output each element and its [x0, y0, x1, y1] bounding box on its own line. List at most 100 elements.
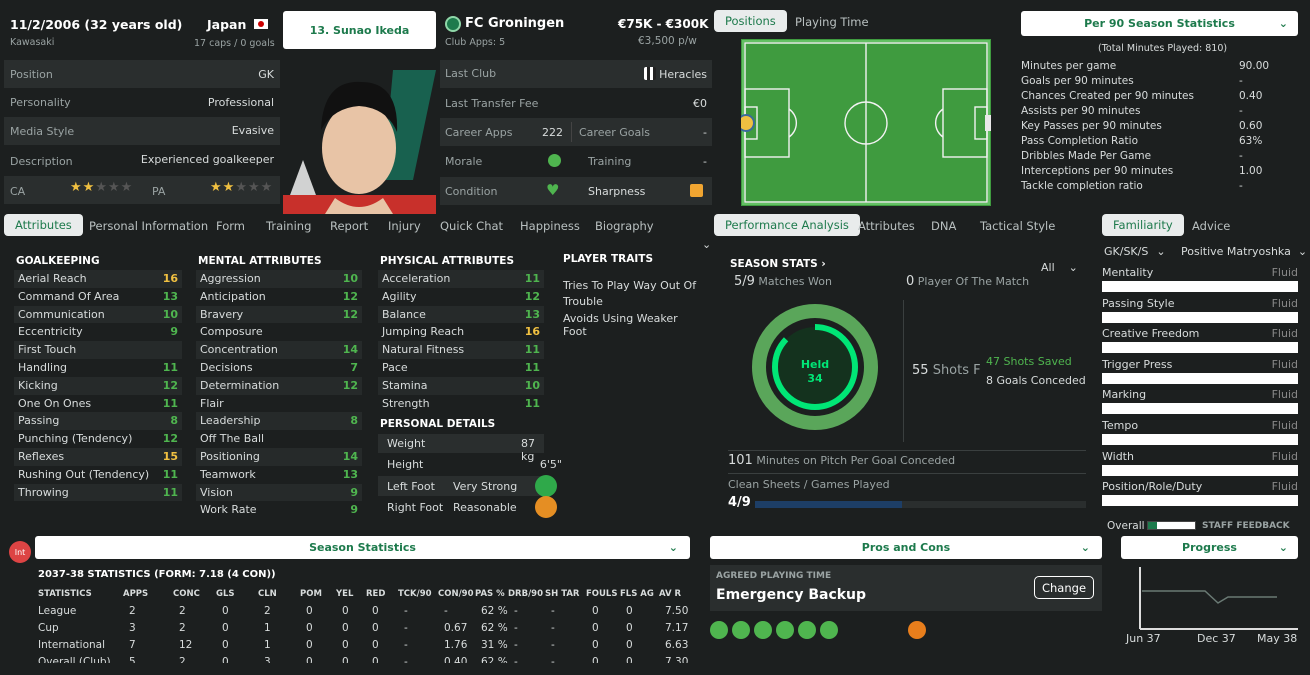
pros-cons-dropdown[interactable]: Pros and Cons ⌄ [710, 536, 1102, 559]
attribute-row[interactable]: Composure [196, 323, 362, 341]
attribute-row[interactable]: Kicking 12 [14, 376, 182, 395]
fam-role-select[interactable]: GK/SK/S ⌄ [1104, 245, 1166, 258]
stats-row[interactable]: Overall (Club) 5 2 0 3 0 0 0-0.40 62 % - -0 0 7.30 [38, 655, 698, 663]
attribute-row[interactable]: Flair [196, 395, 362, 413]
attribute-row[interactable]: Punching (Tendency) 12 [14, 430, 182, 448]
attribute-row[interactable]: Aggression 10 [196, 270, 362, 288]
progress-x-label: May 38 [1257, 632, 1298, 645]
attribute-row[interactable]: Positioning 14 [196, 447, 362, 466]
attribute-row[interactable]: Command Of Area 13 [14, 288, 182, 306]
season-filter[interactable]: All ⌄ [1041, 261, 1078, 274]
last-club[interactable]: Heracles [659, 68, 707, 81]
tab-quick-chat[interactable]: Quick Chat [440, 219, 503, 233]
club-badge-icon[interactable] [445, 16, 461, 32]
tab-happiness[interactable]: Happiness [520, 219, 580, 233]
info-label: Description [10, 155, 73, 168]
staff-feedback[interactable]: STAFF FEEDBACK [1202, 521, 1290, 531]
star-icon: ★ [82, 180, 96, 195]
tab-report[interactable]: Report [330, 219, 368, 233]
progress-dropdown[interactable]: Progress ⌄ [1121, 536, 1298, 559]
fam-bar [1102, 311, 1298, 323]
tab-form[interactable]: Form [216, 219, 245, 233]
attribute-row[interactable]: Determination 12 [196, 376, 362, 395]
attribute-row[interactable]: Passing 8 [14, 412, 182, 431]
attribute-row[interactable]: Bravery 12 [196, 305, 362, 324]
tab-biography[interactable]: Biography [595, 219, 654, 233]
tab-attributes[interactable]: Attributes [858, 219, 915, 233]
int-badge[interactable]: Int [9, 541, 31, 563]
stats-cell: 0 [592, 605, 599, 617]
attribute-row[interactable]: Communication 10 [14, 305, 182, 324]
attribute-row[interactable]: First Touch [14, 341, 182, 359]
attribute-label: Punching (Tendency) [18, 432, 133, 446]
attribute-row[interactable]: Leadership 8 [196, 412, 362, 431]
attribute-row[interactable]: Eccentricity 9 [14, 323, 182, 341]
stats-row[interactable]: Cup 3 2 0 1 0 0 0-0.67 62 % - -0 0 7.17 [38, 621, 698, 638]
stats-row[interactable]: League 2 2 0 2 0 0 0- -62 % - -0 0 7.50 [38, 604, 698, 621]
attribute-label: Strength [382, 396, 430, 410]
flag-icon[interactable] [754, 621, 772, 639]
season-filter-value: All [1041, 261, 1055, 274]
per90-dropdown[interactable]: Per 90 Season Statistics ⌄ [1021, 11, 1298, 36]
club-name[interactable]: FC Groningen [465, 16, 564, 31]
tab-personal-information[interactable]: Personal Information [89, 219, 208, 233]
season-stats-link[interactable]: SEASON STATS › [730, 258, 826, 270]
chevron-down-icon[interactable]: ⌄ [702, 238, 711, 251]
attribute-row[interactable]: Rushing Out (Tendency) 11 [14, 466, 182, 484]
attribute-row[interactable]: Vision 9 [196, 483, 362, 502]
tab-performance-analysis[interactable]: Performance Analysis [714, 214, 860, 236]
head-icon[interactable] [710, 621, 728, 639]
attribute-value: 12 [162, 432, 178, 446]
attribute-row[interactable]: Handling 11 [14, 359, 182, 377]
attribute-row[interactable]: Work Rate 9 [196, 501, 362, 519]
stats-icon[interactable] [776, 621, 794, 639]
attribute-row[interactable]: Reflexes 15 [14, 447, 182, 466]
chevron-down-icon: ⌄ [668, 541, 678, 554]
attribute-row[interactable]: Jumping Reach 16 [378, 323, 544, 341]
attribute-row[interactable]: Teamwork 13 [196, 466, 362, 484]
tab-training[interactable]: Training [266, 219, 311, 233]
attribute-value: 11 [162, 467, 178, 481]
flask-icon[interactable] [798, 621, 816, 639]
attribute-row[interactable]: Decisions 7 [196, 359, 362, 377]
player-name-button[interactable]: 13. Sunao Ikeda [283, 11, 436, 49]
fam-row: Marking Fluid [1102, 388, 1298, 419]
nation[interactable]: Japan [207, 17, 246, 32]
change-button[interactable]: Change [1034, 576, 1094, 599]
tab-dna[interactable]: DNA [931, 219, 956, 233]
fam-value: Fluid [1271, 327, 1298, 341]
globe-icon[interactable] [820, 621, 838, 639]
morale-icon[interactable] [548, 154, 561, 167]
attribute-row[interactable]: Off The Ball [196, 430, 362, 448]
fam-system-select[interactable]: Positive Matryoshka ⌄ [1181, 245, 1307, 258]
attribute-row[interactable]: One On Ones 11 [14, 395, 182, 413]
tab-tactical-style[interactable]: Tactical Style [980, 219, 1055, 233]
attribute-row[interactable]: Aerial Reach 16 [14, 270, 182, 288]
attribute-row[interactable]: Anticipation 12 [196, 288, 362, 306]
season-statistics-dropdown[interactable]: Season Statistics ⌄ [35, 536, 690, 559]
attribute-row[interactable]: Stamina 10 [378, 376, 544, 395]
attribute-row[interactable]: Natural Fitness 11 [378, 341, 544, 359]
attribute-row[interactable]: Concentration 14 [196, 341, 362, 359]
right-foot: Reasonable [453, 501, 517, 514]
attribute-row[interactable]: Agility 12 [378, 288, 544, 306]
tab-injury[interactable]: Injury [388, 219, 421, 233]
stats-cell: 31 % [481, 639, 508, 651]
trait-item[interactable]: Tries To Play Way Out Of Trouble [563, 278, 698, 310]
attribute-label: Passing [18, 414, 60, 428]
attribute-row[interactable]: Balance 13 [378, 305, 544, 324]
tab-advice[interactable]: Advice [1192, 219, 1230, 233]
attribute-row[interactable]: Strength 11 [378, 395, 544, 413]
tab-attributes[interactable]: Attributes [4, 214, 83, 236]
tab-playing-time[interactable]: Playing Time [795, 15, 869, 29]
trait-item[interactable]: Avoids Using Weaker Foot [563, 312, 703, 338]
tab-positions[interactable]: Positions [714, 10, 787, 32]
attribute-row[interactable]: Throwing 11 [14, 483, 182, 502]
trend-icon[interactable] [908, 621, 926, 639]
per90-row: Chances Created per 90 minutes 0.40 [1021, 90, 1271, 105]
attribute-row[interactable]: Pace 11 [378, 359, 544, 377]
tab-familiarity[interactable]: Familiarity [1102, 214, 1184, 236]
star-icon[interactable] [732, 621, 750, 639]
attribute-row[interactable]: Acceleration 11 [378, 270, 544, 288]
stats-row[interactable]: International 7 12 0 1 0 0 0-1.76 31 % - -0 0 6.63 [38, 638, 698, 655]
